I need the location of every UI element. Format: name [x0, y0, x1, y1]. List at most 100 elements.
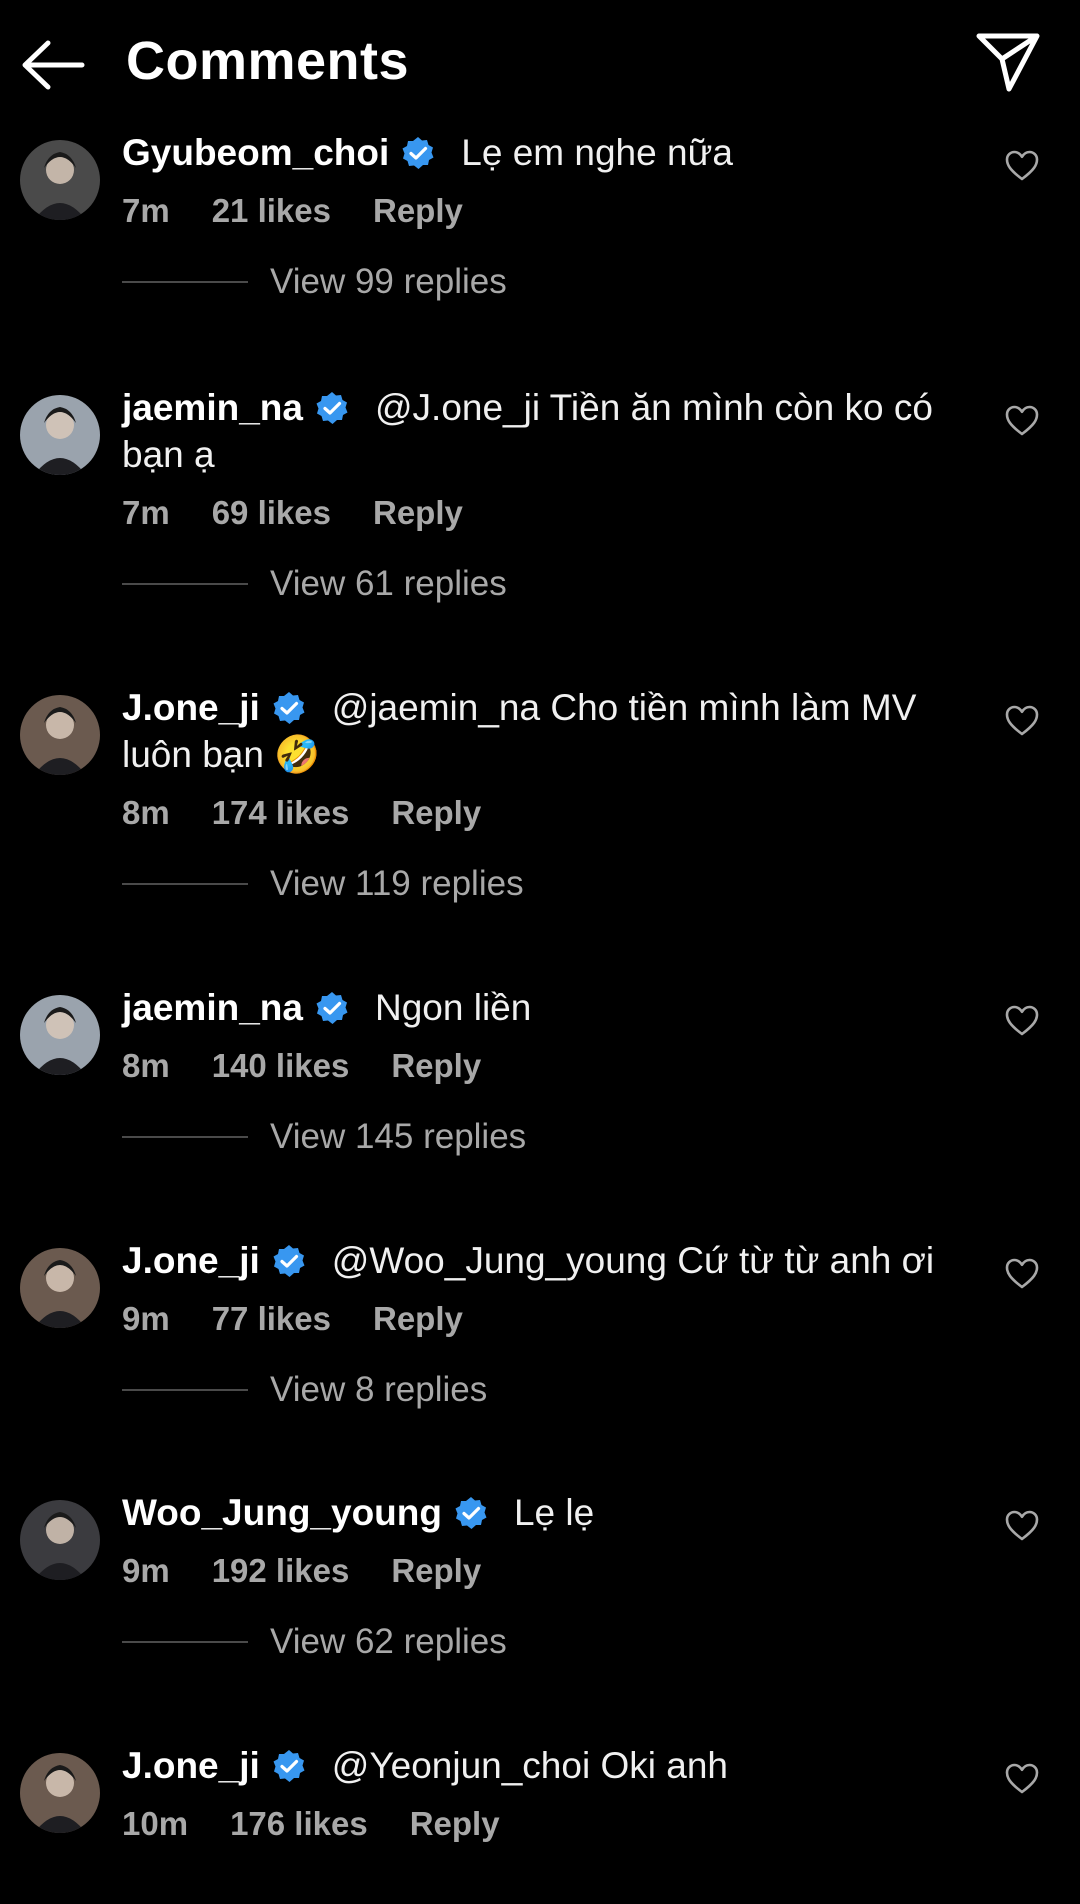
likes-count[interactable]: 192 likes [212, 1552, 350, 1590]
avatar[interactable] [20, 1500, 100, 1580]
comment-list[interactable]: Gyubeom_choi Lẹ em nghe nữa 7m 21 likes Repl… [0, 130, 1080, 1904]
username[interactable]: jaemin_na [122, 387, 303, 428]
reply-button[interactable]: Reply [410, 1805, 500, 1843]
comment-body: jaemin_na Ngon liền [122, 984, 962, 1031]
replies-divider [122, 1136, 248, 1138]
avatar-image [34, 1260, 86, 1328]
comment-text: @Yeonjun_choi Oki anh [331, 1745, 728, 1786]
avatar-image [34, 152, 86, 220]
replies-divider [122, 281, 248, 283]
view-replies-button[interactable]: View 8 replies [122, 1370, 487, 1410]
timestamp: 7m [122, 494, 170, 531]
likes-count[interactable]: 176 likes [230, 1805, 368, 1843]
timestamp: 8m [122, 1047, 170, 1084]
view-replies-label: View 62 replies [270, 1622, 507, 1661]
view-replies-label: View 119 replies [270, 864, 524, 903]
verified-badge-icon [316, 392, 348, 424]
page-title: Comments [126, 31, 410, 91]
heart-icon[interactable] [1004, 1508, 1040, 1544]
view-replies-button[interactable]: View 119 replies [122, 864, 524, 904]
avatar-image [34, 407, 86, 475]
comment-meta: 7m 21 likes Reply [122, 192, 463, 230]
reply-button[interactable]: Reply [391, 1047, 481, 1085]
heart-icon[interactable] [1004, 403, 1040, 439]
likes-count[interactable]: 69 likes [212, 494, 331, 532]
username[interactable]: J.one_ji [122, 1240, 260, 1281]
view-replies-label: View 145 replies [270, 1117, 527, 1156]
view-replies-button[interactable]: View 62 replies [122, 1622, 507, 1662]
back-button[interactable] [18, 30, 88, 100]
timestamp: 9m [122, 1552, 170, 1589]
replies-divider [122, 583, 248, 585]
replies-divider [122, 1641, 248, 1643]
view-replies-button[interactable]: View 61 replies [122, 564, 507, 604]
username[interactable]: Woo_Jung_young [122, 1492, 442, 1533]
paper-plane-icon [976, 33, 1040, 92]
timestamp: 10m [122, 1805, 189, 1842]
heart-icon[interactable] [1004, 703, 1040, 739]
replies-divider [122, 1389, 248, 1391]
verified-badge-icon [273, 1750, 305, 1782]
comment-meta: 8m 140 likes Reply [122, 1047, 481, 1085]
share-button[interactable] [970, 24, 1046, 100]
reply-button[interactable]: Reply [391, 794, 481, 832]
heart-icon[interactable] [1004, 1761, 1040, 1797]
comment-text: @Woo_Jung_young Cứ từ từ anh ơi [331, 1240, 935, 1281]
avatar[interactable] [20, 695, 100, 775]
avatar-image [34, 707, 86, 775]
timestamp: 9m [122, 1300, 170, 1337]
avatar[interactable] [20, 1248, 100, 1328]
comment-body: J.one_ji @jaemin_na Cho tiền mình làm MV … [122, 684, 962, 778]
comment-meta: 9m 77 likes Reply [122, 1300, 463, 1338]
comment-meta: 9m 192 likes Reply [122, 1552, 481, 1590]
likes-count[interactable]: 140 likes [212, 1047, 350, 1085]
avatar[interactable] [20, 140, 100, 220]
verified-badge-icon [273, 1245, 305, 1277]
replies-divider [122, 883, 248, 885]
likes-count[interactable]: 77 likes [212, 1300, 331, 1338]
comment-meta: 7m 69 likes Reply [122, 494, 463, 532]
likes-count[interactable]: 21 likes [212, 192, 331, 230]
view-replies-label: View 8 replies [270, 1370, 488, 1409]
avatar-image [34, 1007, 86, 1075]
view-replies-label: View 61 replies [270, 564, 507, 603]
verified-badge-icon [402, 137, 434, 169]
comment-body: jaemin_na @J.one_ji Tiền ăn mình còn ko c… [122, 384, 962, 478]
view-replies-label: View 99 replies [270, 262, 507, 301]
view-replies-button[interactable]: View 99 replies [122, 262, 507, 302]
avatar[interactable] [20, 395, 100, 475]
heart-icon[interactable] [1004, 1003, 1040, 1039]
comment-meta: 10m 176 likes Reply [122, 1805, 500, 1843]
view-replies-button[interactable]: View 145 replies [122, 1117, 526, 1157]
comment-text: Ngon liền [374, 987, 532, 1028]
username[interactable]: J.one_ji [122, 1745, 260, 1786]
username[interactable]: J.one_ji [122, 687, 260, 728]
top-bar: Comments [0, 0, 1080, 130]
heart-icon[interactable] [1004, 1256, 1040, 1292]
comment-text: Lẹ lẹ [513, 1492, 595, 1533]
username[interactable]: Gyubeom_choi [122, 132, 389, 173]
verified-badge-icon [316, 992, 348, 1024]
avatar-image [34, 1765, 86, 1833]
comment-body: J.one_ji @Yeonjun_choi Oki anh [122, 1742, 962, 1789]
avatar[interactable] [20, 1753, 100, 1833]
avatar[interactable] [20, 995, 100, 1075]
verified-badge-icon [455, 1497, 487, 1529]
verified-badge-icon [273, 692, 305, 724]
arrow-left-icon [22, 40, 85, 90]
timestamp: 7m [122, 192, 170, 229]
likes-count[interactable]: 174 likes [212, 794, 350, 832]
heart-icon[interactable] [1004, 148, 1040, 184]
comment-body: J.one_ji @Woo_Jung_young Cứ từ từ anh ơi [122, 1237, 962, 1284]
timestamp: 8m [122, 794, 170, 831]
comment-body: Woo_Jung_young Lẹ lẹ [122, 1489, 962, 1536]
reply-button[interactable]: Reply [373, 1300, 463, 1338]
reply-button[interactable]: Reply [391, 1552, 481, 1590]
username[interactable]: jaemin_na [122, 987, 303, 1028]
reply-button[interactable]: Reply [373, 192, 463, 230]
avatar-image [34, 1512, 86, 1580]
comment-meta: 8m 174 likes Reply [122, 794, 481, 832]
comment-body: Gyubeom_choi Lẹ em nghe nữa [122, 130, 962, 176]
reply-button[interactable]: Reply [373, 494, 463, 532]
comment-text: Lẹ em nghe nữa [461, 132, 733, 173]
